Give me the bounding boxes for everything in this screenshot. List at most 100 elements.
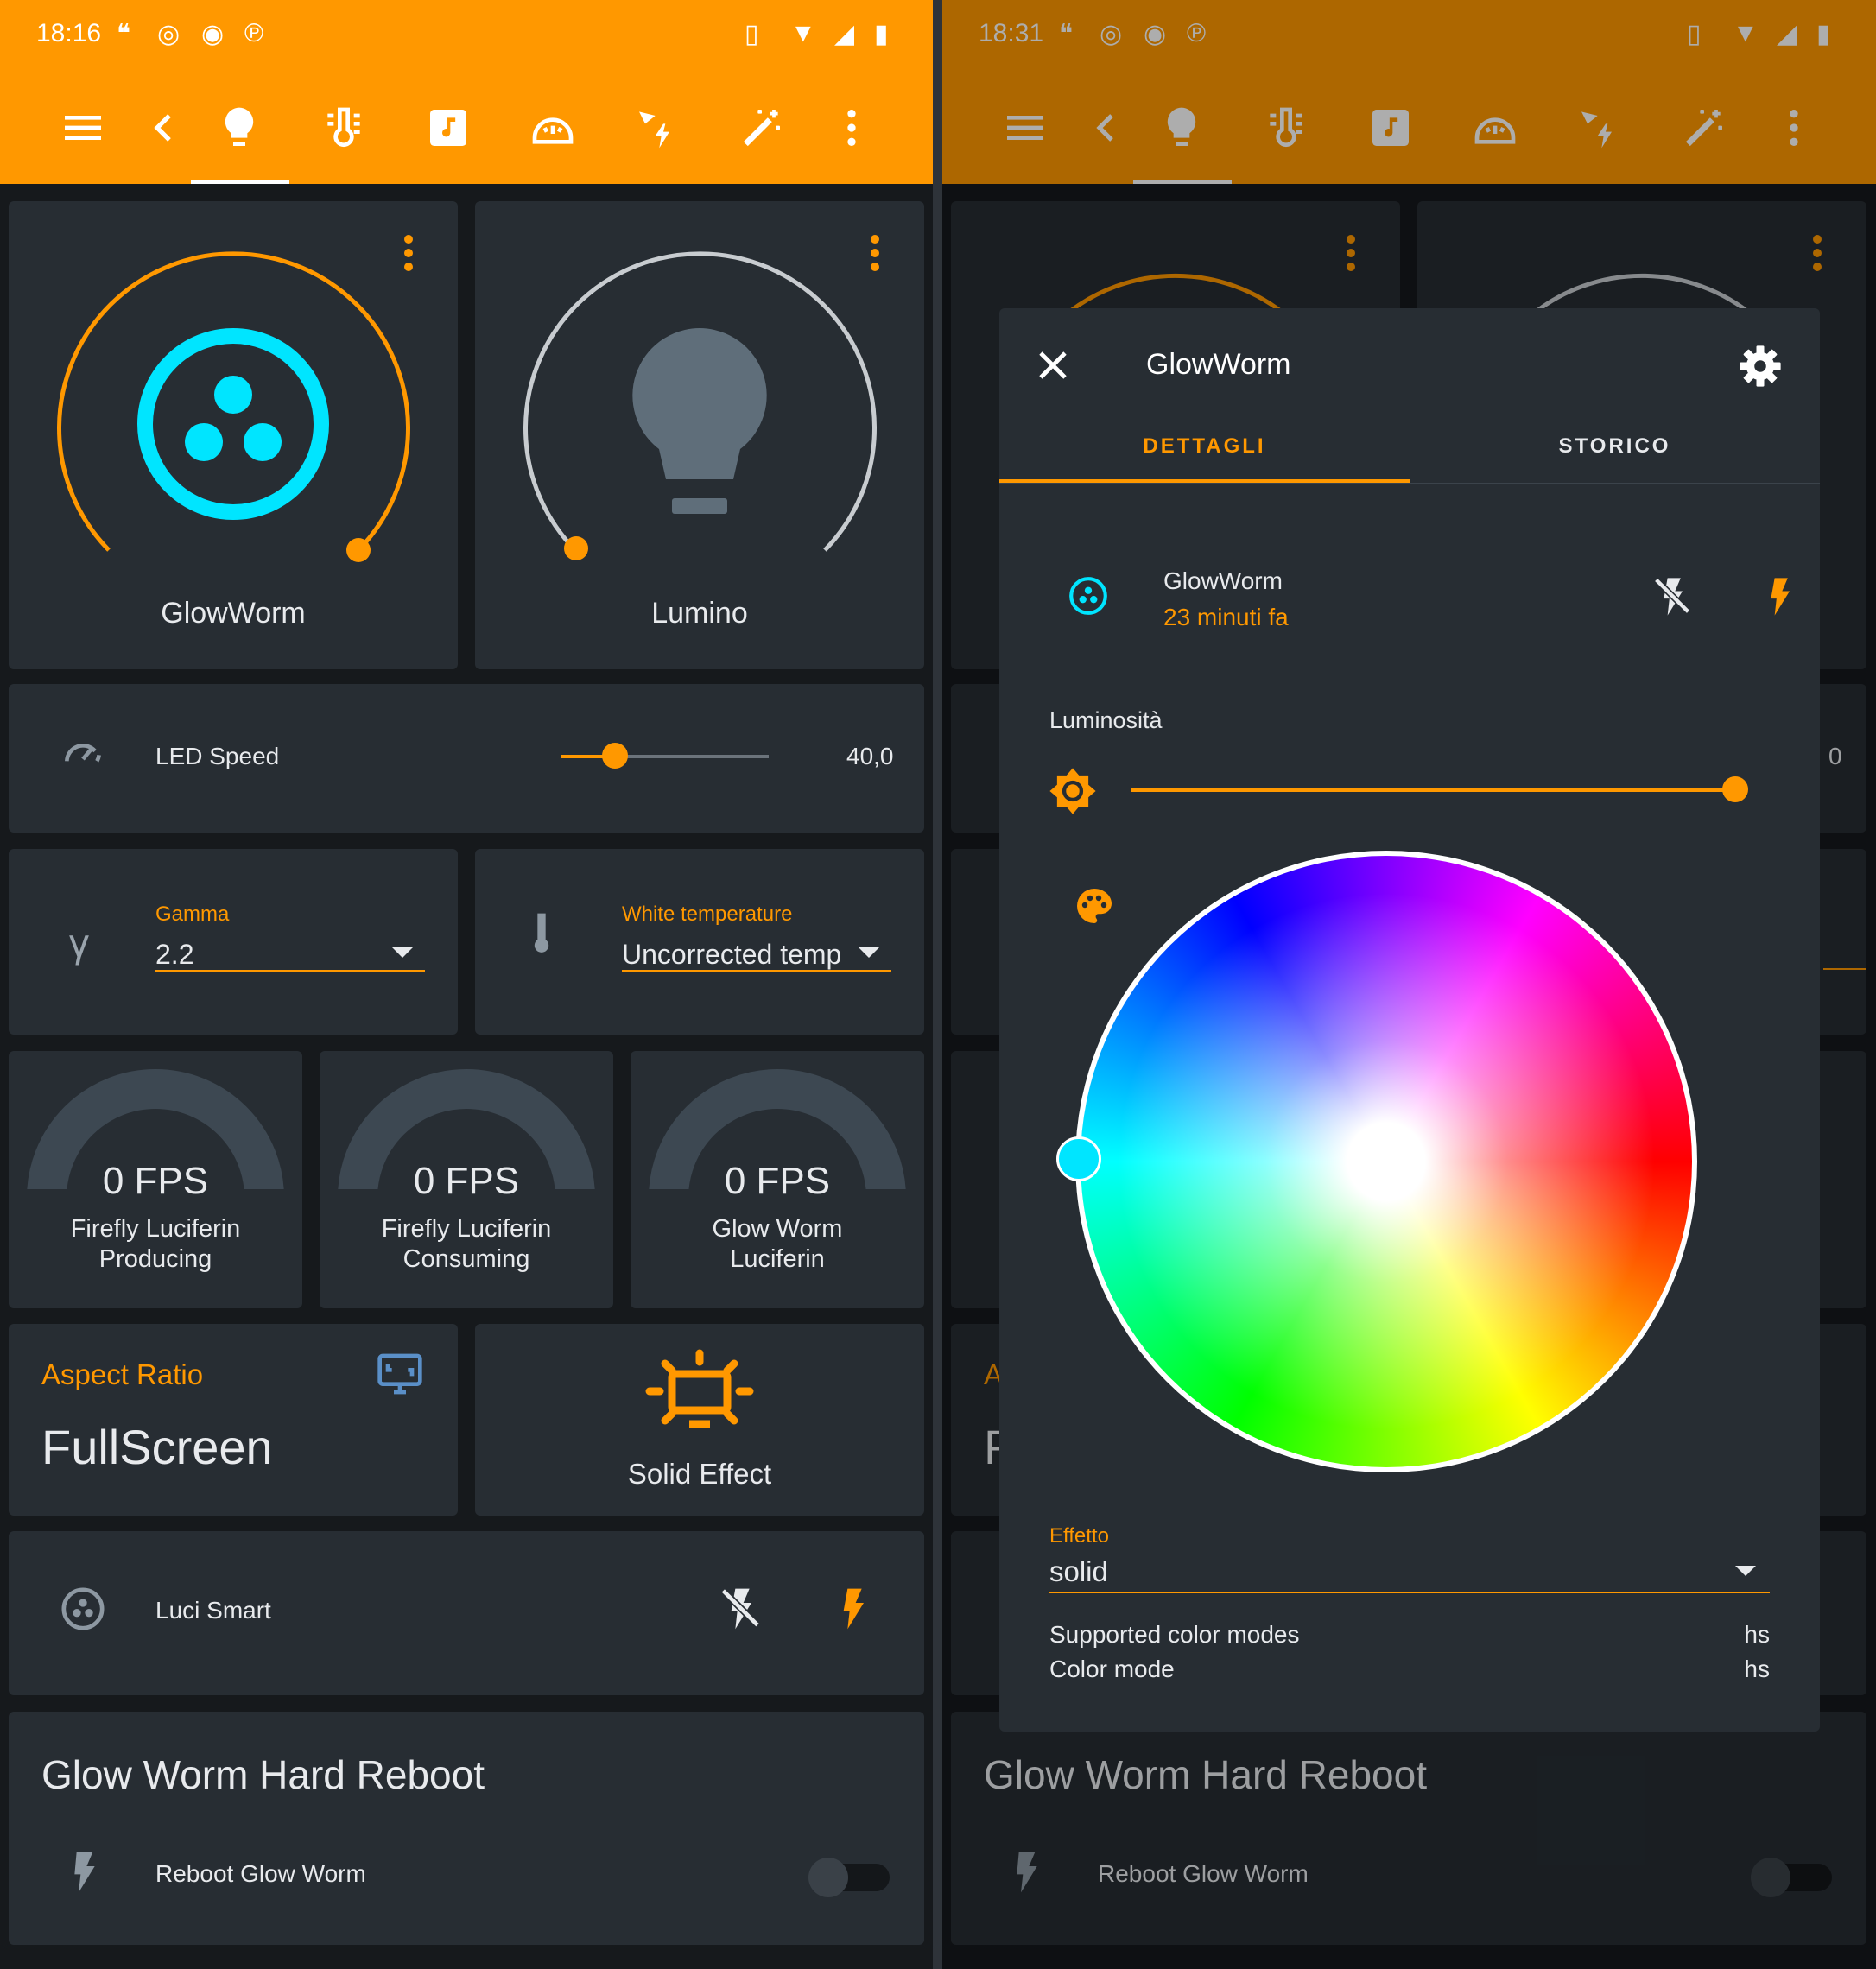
card-menu-icon[interactable] (865, 232, 885, 274)
lightbulb-tab-icon[interactable] (215, 104, 263, 152)
aspect-ratio-label: Aspect Ratio (41, 1358, 204, 1390)
lumino-light-card[interactable]: Lumino (475, 201, 924, 669)
chevron-down-icon (392, 947, 413, 958)
dialog-title: GlowWorm (1146, 348, 1291, 381)
fps-gauge-consuming: 0 FPS Firefly Luciferin Consuming (320, 1051, 613, 1308)
music-tab-icon[interactable] (424, 104, 472, 152)
tab-storico-label: STORICO (1558, 434, 1671, 458)
tab-storico[interactable]: STORICO (1410, 412, 1820, 483)
flash-on-icon[interactable] (1756, 574, 1801, 619)
attribute-value: hs (1744, 1621, 1770, 1648)
thermometer-icon (534, 913, 549, 953)
magic-wand-tab-icon[interactable] (738, 104, 786, 152)
attribute-key: Color mode (1049, 1656, 1175, 1682)
effect-label: Effetto (1049, 1524, 1109, 1548)
wifi-icon: ▼ (790, 19, 816, 47)
effect-value: solid (1049, 1555, 1108, 1587)
more-vert-icon[interactable] (827, 104, 876, 152)
flash-on-icon[interactable] (827, 1585, 876, 1633)
fps-label-line2: Luciferin (730, 1245, 825, 1273)
fps-value: 0 FPS (413, 1160, 520, 1202)
tab-dettagli-label: DETTAGLI (1143, 434, 1266, 458)
gamma-label: Gamma (155, 902, 230, 926)
luci-smart-label: Luci Smart (155, 1597, 271, 1624)
speedometer-icon (65, 744, 101, 763)
solid-effect-card[interactable]: Solid Effect (475, 1324, 924, 1516)
reboot-toggle[interactable] (808, 1858, 890, 1897)
status-time: 18:16 (36, 19, 102, 47)
lumino-name: Lumino (651, 597, 748, 630)
left-screen: 18:16 ❝ ◎ ◉ ℗ ▯ ▼ ◢ ▮ GlowWorm Lumino LE… (0, 0, 933, 1969)
slider-thumb[interactable] (602, 743, 628, 769)
palette-icon (1077, 889, 1112, 923)
thermometer-tab-icon[interactable] (320, 104, 368, 152)
glowworm-light-card[interactable]: GlowWorm (9, 201, 458, 669)
led-speed-slider[interactable] (561, 743, 769, 769)
solid-effect-label: Solid Effect (627, 1458, 772, 1490)
fps-gauge-glowworm: 0 FPS Glow Worm Luciferin (631, 1051, 924, 1308)
dial-handle[interactable] (346, 538, 371, 562)
chevron-down-icon (1735, 1566, 1756, 1576)
hangouts-icon: ❝ (117, 20, 131, 48)
reboot-card-title: Glow Worm Hard Reboot (41, 1752, 485, 1797)
led-speed-value: 40,0 (846, 743, 894, 769)
effect-icon (645, 1349, 754, 1428)
pinterest-icon: ℗ (244, 19, 264, 47)
aspect-ratio-card[interactable]: Aspect Ratio FullScreen (9, 1324, 458, 1516)
gamma-select[interactable]: 2.2 (155, 928, 425, 972)
luci-smart-card: Luci Smart (9, 1531, 924, 1695)
effects-tab-icon[interactable] (633, 104, 681, 152)
messenger-icon: ◉ (201, 20, 225, 48)
right-screen: 18:31 ❝ ◎ ◉ ℗ ▯ ▼ ◢ ▮ 0 A F (942, 0, 1876, 1969)
fps-label-line1: Firefly Luciferin (70, 1215, 241, 1243)
tab-dettagli[interactable]: DETTAGLI (999, 412, 1410, 483)
signal-icon: ◢ (834, 20, 855, 48)
brightness-slider[interactable] (1131, 776, 1748, 802)
fps-label-line1: Glow Worm (712, 1215, 843, 1243)
gamma-value: 2.2 (155, 939, 194, 970)
glowworm-name: GlowWorm (161, 597, 306, 630)
aspect-ratio-value: FullScreen (41, 1420, 273, 1474)
gauge-tab-icon[interactable] (529, 104, 577, 152)
group-light-icon (61, 1587, 105, 1630)
gamma-icon: γ (69, 921, 89, 966)
color-wheel-handle[interactable] (1056, 1136, 1101, 1181)
app-toolbar (0, 69, 933, 184)
fps-value: 0 FPS (102, 1160, 209, 1202)
gamma-card: γ Gamma 2.2 (9, 849, 458, 1035)
slider-thumb[interactable] (1722, 776, 1748, 802)
active-tab-indicator (191, 180, 289, 184)
color-wheel[interactable] (1056, 851, 1697, 1472)
reboot-item-label: Reboot Glow Worm (155, 1860, 366, 1887)
effect-select[interactable]: solid (1049, 1550, 1770, 1593)
gear-icon[interactable] (1737, 343, 1784, 389)
entity-last-changed: 23 minuti fa (1163, 604, 1289, 630)
whatsapp-icon: ◎ (157, 20, 181, 48)
fps-label-line2: Consuming (402, 1245, 530, 1273)
fps-label-line2: Producing (98, 1245, 212, 1273)
status-bar: 18:16 ❝ ◎ ◉ ℗ ▯ ▼ ◢ ▮ (0, 0, 933, 69)
flash-off-icon[interactable] (715, 1585, 764, 1633)
close-icon[interactable] (1032, 345, 1074, 386)
dial-handle[interactable] (564, 536, 588, 560)
vibrate-icon: ▯ (745, 20, 759, 48)
white-temperature-label: White temperature (622, 902, 793, 926)
fps-value: 0 FPS (724, 1160, 831, 1202)
attribute-key: Supported color modes (1049, 1621, 1300, 1648)
white-temperature-value: Uncorrected temp (622, 939, 842, 970)
card-menu-icon[interactable] (398, 232, 419, 274)
white-temperature-card: White temperature Uncorrected temp (475, 849, 924, 1035)
fps-label-line1: Firefly Luciferin (381, 1215, 552, 1243)
attribute-value: hs (1744, 1656, 1770, 1682)
white-temperature-select[interactable]: Uncorrected temp (622, 928, 891, 972)
chevron-down-icon (859, 947, 879, 958)
menu-icon[interactable] (59, 104, 107, 152)
battery-icon: ▮ (874, 20, 889, 48)
reboot-card: Glow Worm Hard Reboot Reboot Glow Worm (9, 1712, 924, 1945)
led-speed-label: LED Speed (155, 743, 280, 769)
fps-gauge-producing: 0 FPS Firefly Luciferin Producing (9, 1051, 302, 1308)
flash-off-icon[interactable] (1649, 574, 1694, 619)
brightness-label: Luminosità (1049, 707, 1163, 733)
flash-icon (74, 1852, 95, 1893)
back-icon[interactable] (139, 104, 187, 152)
